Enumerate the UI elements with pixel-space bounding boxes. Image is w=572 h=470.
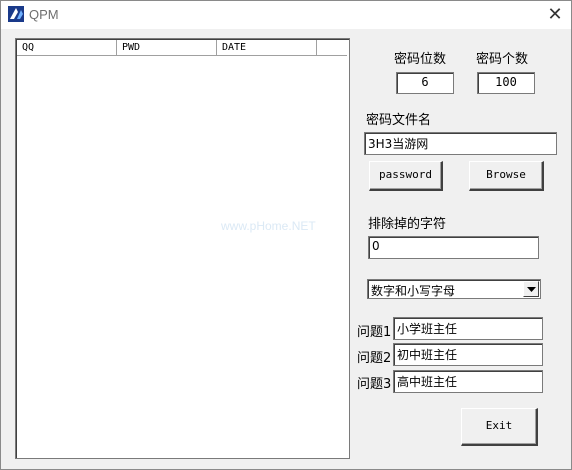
charset-selected-text: 数字和小写字母 <box>371 284 456 298</box>
exit-button[interactable]: Exit <box>461 408 538 446</box>
question3-label: 问题3 <box>357 377 392 392</box>
pwd-count-input[interactable]: 100 <box>477 72 535 94</box>
question1-label: 问题1 <box>357 325 392 340</box>
pwd-count-label: 密码个数 <box>476 52 529 67</box>
column-header-pwd[interactable]: PWD <box>117 40 217 55</box>
column-header-empty[interactable] <box>317 40 347 55</box>
column-header-qq[interactable]: QQ <box>17 40 117 55</box>
pwd-length-input[interactable]: 6 <box>396 72 454 94</box>
password-list[interactable]: QQ PWD DATE <box>15 38 350 459</box>
window-title: QPM <box>29 7 59 22</box>
pwd-length-label: 密码位数 <box>394 52 447 67</box>
exclude-label: 排除掉的字符 <box>368 217 447 232</box>
watermark-text: www.pHome.NET <box>221 219 316 233</box>
exclude-input[interactable]: 0 <box>368 236 539 259</box>
browse-button[interactable]: Browse <box>469 161 544 191</box>
list-header: QQ PWD DATE <box>17 40 347 56</box>
password-button[interactable]: password <box>369 161 443 191</box>
title-bar[interactable]: QPM ✕ <box>1 1 571 29</box>
question2-label: 问题2 <box>357 351 392 366</box>
close-icon[interactable]: ✕ <box>539 1 571 29</box>
filename-input[interactable]: 3H3当游网 <box>364 132 557 155</box>
app-icon <box>8 6 24 22</box>
column-header-date[interactable]: DATE <box>217 40 317 55</box>
question2-input[interactable]: 初中班主任 <box>393 343 543 366</box>
question1-input[interactable]: 小学班主任 <box>393 317 543 340</box>
filename-label: 密码文件名 <box>366 113 432 128</box>
chevron-down-icon[interactable] <box>523 281 539 297</box>
question3-input[interactable]: 高中班主任 <box>393 370 543 393</box>
qpm-window: QPM ✕ QQ PWD DATE www.pHome.NET 密码位数 密码个… <box>0 0 572 470</box>
charset-select[interactable]: 数字和小写字母 <box>367 279 541 299</box>
